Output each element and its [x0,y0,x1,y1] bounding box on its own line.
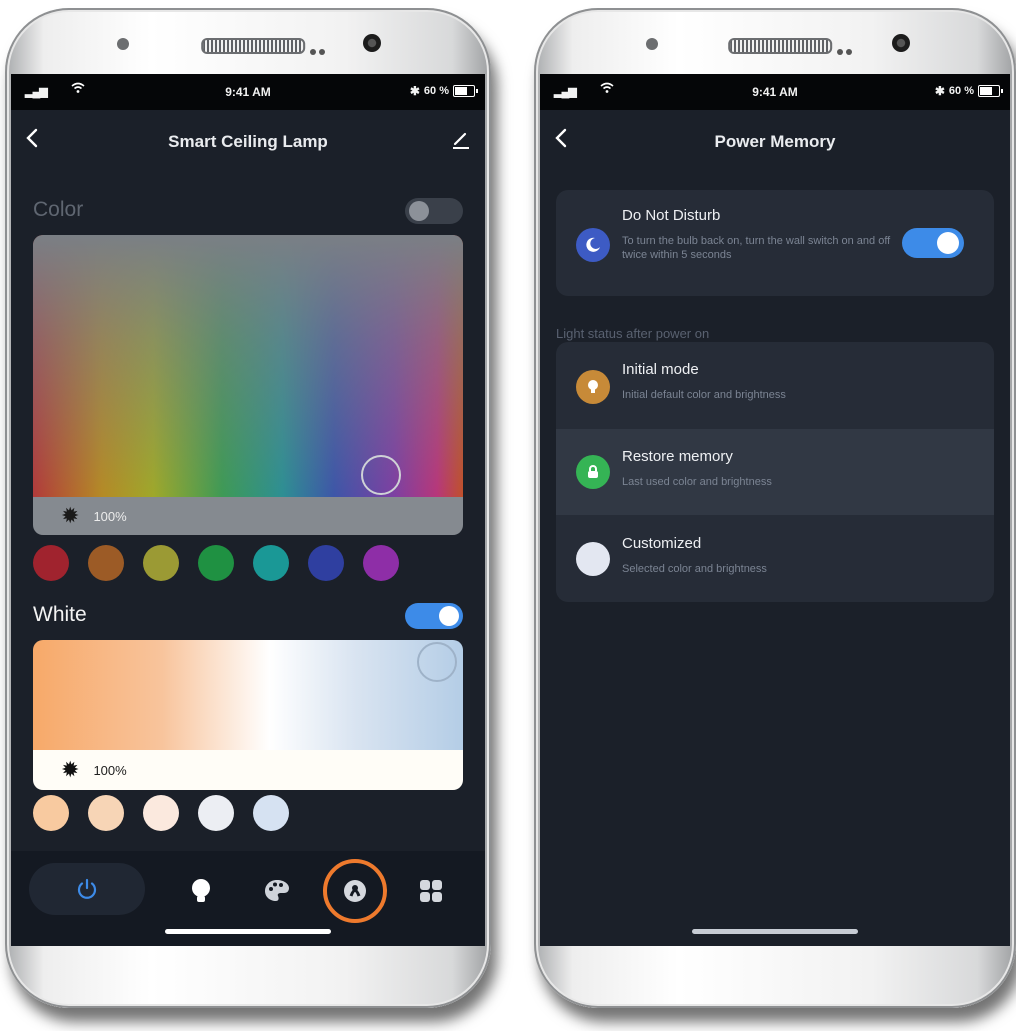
white-section-header: White [11,595,485,633]
speaker-dots [837,42,857,55]
option-subtitle: Initial default color and brightness [622,389,786,401]
color-picker-handle[interactable] [361,455,401,495]
white-brightness-bar[interactable]: ✹ 100% [33,750,463,790]
bluetooth-icon: ✱ [409,84,420,98]
white-swatch[interactable] [88,795,124,831]
moon-icon [576,228,610,262]
white-temperature-spectrum[interactable] [33,640,463,750]
bulb-icon [576,370,610,404]
do-not-disturb-toggle[interactable] [902,228,964,258]
color-swatch[interactable] [33,545,69,581]
color-spectrum[interactable] [33,235,463,497]
white-toggle[interactable] [405,603,463,629]
sun-icon: ✹ [61,757,80,782]
home-indicator[interactable] [692,929,858,934]
color-picker-panel[interactable]: ✹ 100% [33,235,463,535]
do-not-disturb-title: Do Not Disturb [622,207,721,224]
white-swatch[interactable] [143,795,179,831]
page-title: Power Memory [714,132,836,151]
color-swatch-row [33,545,399,581]
option-subtitle: Selected color and brightness [622,563,767,575]
battery-indicator: ✱ 60 % [409,84,478,98]
white-brightness-value: 100% [93,762,127,778]
status-bar: ▂▄▆ 9:41 AM ✱ 60 % [11,74,485,110]
home-indicator[interactable] [165,929,331,934]
phone-right: ▂▄▆ 9:41 AM ✱ 60 % Power Memory Do Not D… [534,8,1016,1008]
option-restore-memory[interactable]: Restore memory Last used color and brigh… [556,429,994,515]
power-icon [77,878,97,899]
pencil-icon[interactable] [451,130,471,155]
battery-icon [453,85,478,97]
sun-icon: ✹ [61,503,80,528]
tab-color[interactable] [257,871,297,911]
front-camera [892,34,910,52]
front-camera [363,34,381,52]
battery-icon [978,85,1003,97]
battery-percent: 60 % [948,85,974,97]
page-title: Smart Ceiling Lamp [168,132,328,151]
battery-percent: 60 % [423,85,449,97]
white-swatch[interactable] [198,795,234,831]
palette-icon [265,880,289,901]
color-section-header: Color [11,190,485,228]
option-title: Initial mode [622,361,699,378]
battery-indicator: ✱ 60 % [934,84,1003,98]
circle-icon [576,542,610,576]
option-title: Restore memory [622,448,733,465]
color-label: Color [33,198,84,221]
phone-left: ▂▄▆ 9:41 AM ✱ 60 % Smart Ceiling Lamp Co… [5,8,491,1008]
color-swatch[interactable] [308,545,344,581]
section-caption: Light status after power on [556,326,710,341]
power-on-options-card: Initial mode Initial default color and b… [556,342,994,602]
earpiece-speaker [201,38,306,54]
option-initial-mode[interactable]: Initial mode Initial default color and b… [556,342,994,428]
bulb-icon [192,879,210,902]
color-brightness-bar[interactable]: ✹ 100% [33,497,463,535]
sensor-dot [646,38,658,50]
status-bar: ▂▄▆ 9:41 AM ✱ 60 % [540,74,1010,110]
white-temperature-panel[interactable]: ✹ 100% [33,640,463,790]
speaker-dots [310,42,330,55]
option-title: Customized [622,535,702,552]
do-not-disturb-description: To turn the bulb back on, turn the wall … [622,235,891,261]
white-swatch-row [33,795,289,831]
tab-power[interactable] [29,863,145,915]
bluetooth-icon: ✱ [934,84,945,98]
color-swatch[interactable] [198,545,234,581]
white-label: White [33,603,87,626]
color-brightness-value: 100% [93,508,127,524]
nav-bar: Smart Ceiling Lamp [11,110,485,170]
white-swatch[interactable] [33,795,69,831]
lamp-control-screen: ▂▄▆ 9:41 AM ✱ 60 % Smart Ceiling Lamp Co… [11,74,485,946]
highlight-ring [323,859,387,923]
earpiece-speaker [728,38,833,54]
white-picker-handle[interactable] [417,642,457,682]
sensor-dot [117,38,129,50]
tab-white[interactable] [181,871,221,911]
option-customized[interactable]: Customized Selected color and brightness [556,516,994,602]
lock-icon [576,455,610,489]
color-swatch[interactable] [253,545,289,581]
color-swatch[interactable] [88,545,124,581]
do-not-disturb-card: Do Not Disturb To turn the bulb back on,… [556,190,994,296]
tab-more[interactable] [411,871,451,911]
color-swatch[interactable] [143,545,179,581]
white-swatch[interactable] [253,795,289,831]
option-subtitle: Last used color and brightness [622,476,772,488]
power-memory-screen: ▂▄▆ 9:41 AM ✱ 60 % Power Memory Do Not D… [540,74,1010,946]
bottom-tab-bar [11,851,485,946]
nav-bar: Power Memory [540,110,1010,170]
grid-icon [420,880,442,902]
color-swatch[interactable] [363,545,399,581]
tab-scene[interactable] [323,859,387,923]
color-toggle[interactable] [405,198,463,224]
